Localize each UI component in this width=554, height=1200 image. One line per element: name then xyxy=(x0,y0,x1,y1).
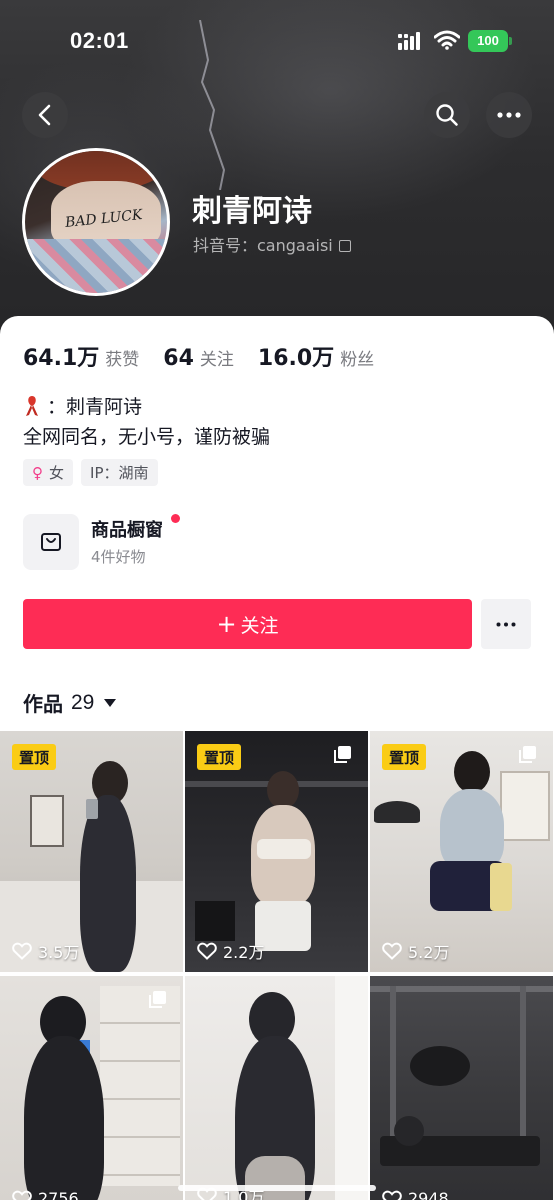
female-icon: ♀ xyxy=(32,463,43,482)
ip-tag: IP：湖南 xyxy=(81,459,158,486)
video-thumbnail[interactable]: 置顶 3.5万 xyxy=(0,731,183,972)
heart-icon xyxy=(382,1190,402,1200)
follow-more-button[interactable] xyxy=(481,599,531,649)
shop-window-entry[interactable]: 商品橱窗 4件好物 xyxy=(23,514,323,572)
stat-followers-label: 粉丝 xyxy=(340,350,375,370)
like-count: 5.2万 xyxy=(382,939,449,963)
back-arrow-icon xyxy=(38,104,51,126)
pinned-badge: 置顶 xyxy=(382,744,427,770)
wifi-icon xyxy=(434,30,460,50)
battery-indicator: 100 xyxy=(468,30,508,52)
multi-image-icon xyxy=(149,991,166,1008)
status-time: 02:01 xyxy=(70,28,129,53)
copy-icon[interactable] xyxy=(338,240,351,252)
like-count-text: 3.5万 xyxy=(38,943,80,962)
works-tab[interactable]: 作品 29 xyxy=(23,688,117,717)
shop-subtitle: 4件好物 xyxy=(91,548,146,566)
like-count-text: 2948 xyxy=(408,1189,449,1200)
more-dots-icon xyxy=(496,622,516,626)
douyin-id-text: 抖音号：cangaaisi xyxy=(193,236,333,255)
gender-tag-text: 女 xyxy=(49,464,65,482)
profile-stats: 64.1万 获赞 64 关注 16.0万 粉丝 xyxy=(23,340,398,372)
avatar[interactable]: BAD LUCK xyxy=(22,148,170,296)
more-options-button[interactable] xyxy=(486,92,532,138)
plus-icon: + xyxy=(216,610,237,638)
like-count-text: 2.2万 xyxy=(223,943,265,962)
more-dots-icon xyxy=(497,112,521,118)
like-count: 3.5万 xyxy=(12,939,79,963)
like-count-text: 5.2万 xyxy=(408,943,450,962)
profile-tags: ♀ 女 IP：湖南 xyxy=(23,459,166,486)
stat-following[interactable]: 64 关注 xyxy=(163,345,234,371)
video-thumbnail[interactable]: 置顶 2.2万 xyxy=(185,731,368,972)
multi-image-icon xyxy=(334,746,351,763)
heart-icon xyxy=(382,942,402,960)
stat-following-label: 关注 xyxy=(199,350,234,370)
video-thumbnail[interactable]: 2948 xyxy=(370,976,553,1200)
multi-image-icon xyxy=(519,746,536,763)
search-button[interactable] xyxy=(424,92,470,138)
like-count-text: 2756 xyxy=(38,1189,79,1200)
status-bar: 02:01 100 xyxy=(0,0,554,84)
heart-icon xyxy=(12,1190,32,1200)
works-count: 29 xyxy=(71,690,95,714)
video-thumbnail[interactable]: 置顶 5.2万 xyxy=(370,731,553,972)
stat-followers[interactable]: 16.0万 粉丝 xyxy=(258,340,374,372)
douyin-id[interactable]: 抖音号：cangaaisi xyxy=(193,232,351,256)
bio-line-1: ：刺青阿诗 xyxy=(23,392,142,419)
bio-line-2: 全网同名，无小号，谨防被骗 xyxy=(23,426,271,448)
back-button[interactable] xyxy=(22,92,68,138)
heart-icon xyxy=(197,942,217,960)
cellular-signal-icon xyxy=(398,32,420,50)
like-count: 2756 xyxy=(12,1189,79,1200)
heart-icon xyxy=(12,942,32,960)
video-thumbnail[interactable]: 1.0万 xyxy=(185,976,368,1200)
like-count: 2948 xyxy=(382,1189,449,1200)
video-thumbnail[interactable]: 2756 xyxy=(0,976,183,1200)
bio-line-1-text: ：刺青阿诗 xyxy=(47,396,143,418)
search-icon xyxy=(436,104,458,126)
stat-followers-number: 16.0万 xyxy=(257,346,335,371)
stat-following-number: 64 xyxy=(163,346,194,371)
pinned-badge: 置顶 xyxy=(197,744,242,770)
caret-down-icon xyxy=(104,698,117,707)
like-count: 2.2万 xyxy=(197,939,264,963)
home-indicator[interactable] xyxy=(178,1185,376,1191)
shop-title: 商品橱窗 xyxy=(91,520,163,541)
works-tab-label: 作品 xyxy=(23,692,63,716)
profile-card: 64.1万 获赞 64 关注 16.0万 粉丝 ：刺青阿诗 全网同名，无小号，谨… xyxy=(0,316,554,1200)
follow-button[interactable]: + 关注 xyxy=(23,599,472,649)
gender-tag: ♀ 女 xyxy=(23,459,74,486)
ribbon-icon xyxy=(26,395,38,416)
pinned-badge: 置顶 xyxy=(12,744,57,770)
shop-notification-dot xyxy=(171,514,180,523)
shop-icon-box xyxy=(23,514,79,570)
follow-button-label: 关注 xyxy=(240,614,279,637)
profile-name: 刺青阿诗 xyxy=(192,194,312,229)
stat-likes-number: 64.1万 xyxy=(23,346,100,371)
shopping-bag-icon xyxy=(41,533,61,551)
stat-likes[interactable]: 64.1万 获赞 xyxy=(23,340,139,372)
stat-likes-label: 获赞 xyxy=(105,350,140,370)
